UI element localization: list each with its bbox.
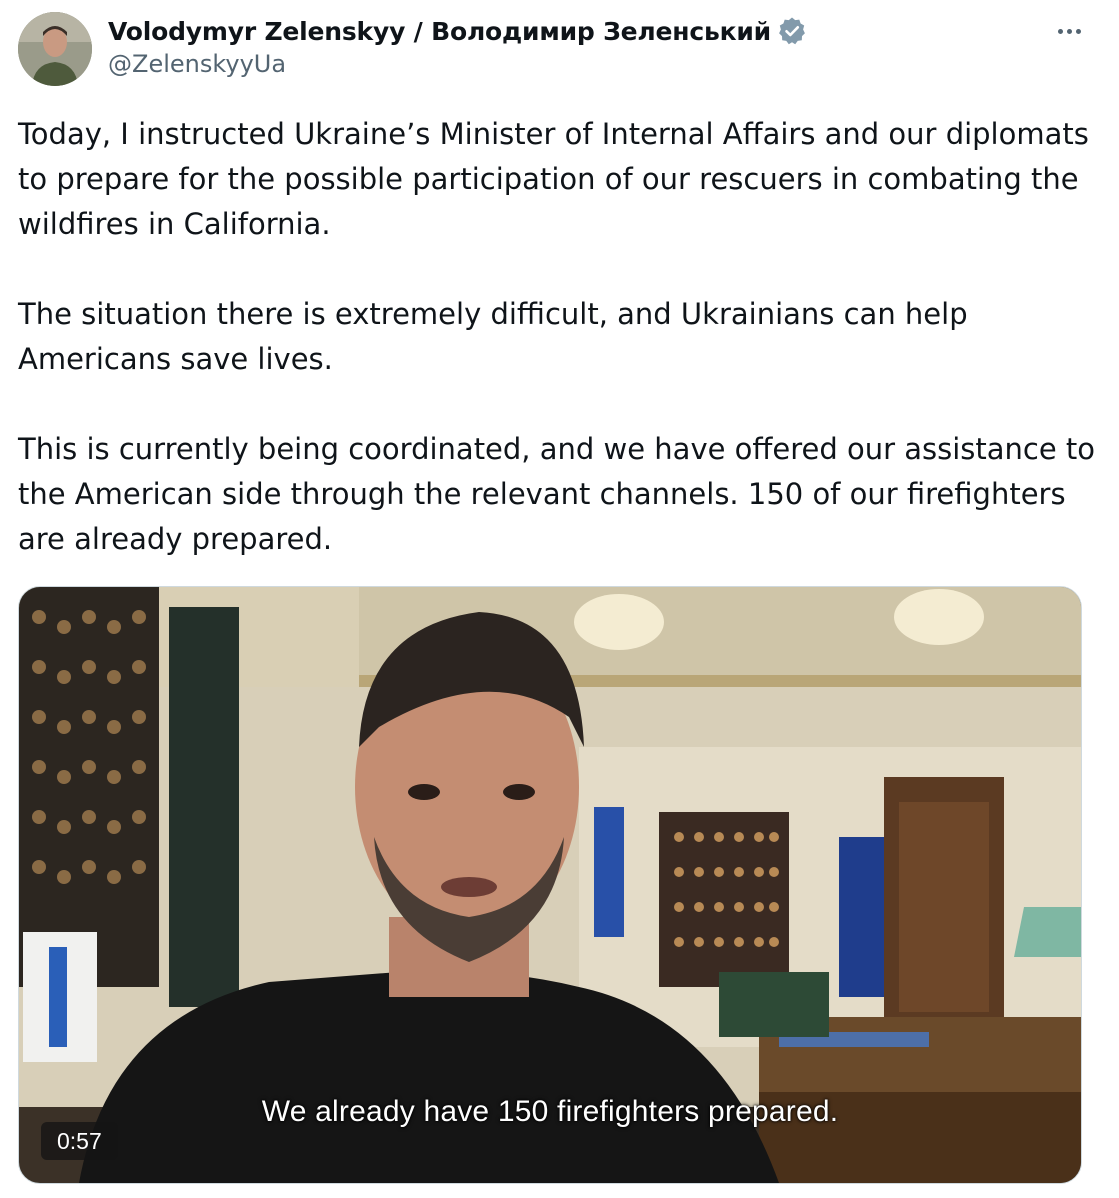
video-caption: We already have 150 firefighters prepare… (261, 1095, 839, 1128)
tweet-paragraph: The situation there is extremely difficu… (18, 297, 968, 376)
video-duration-badge: 0:57 (41, 1122, 118, 1160)
tweet-text: Today, I instructed Ukraine’s Minister o… (18, 112, 1098, 562)
more-options-icon (1075, 28, 1081, 34)
more-options-icon (1066, 28, 1072, 34)
more-options-icon (1057, 28, 1063, 34)
avatar[interactable] (18, 12, 92, 86)
author-name[interactable]: Volodymyr Zelenskyy / Володимир Зеленськ… (108, 17, 771, 46)
video-player[interactable]: We already have 150 firefighters prepare… (18, 586, 1082, 1184)
tweet: Volodymyr Zelenskyy / Володимир Зеленськ… (0, 0, 1119, 1198)
tweet-paragraph: This is currently being coordinated, and… (18, 432, 1096, 556)
author-name-row: Volodymyr Zelenskyy / Володимир Зеленськ… (108, 14, 807, 48)
more-options-button[interactable] (1049, 16, 1089, 46)
verified-badge-icon[interactable] (777, 16, 807, 46)
video-frame (19, 587, 1081, 1183)
author-block: Volodymyr Zelenskyy / Володимир Зеленськ… (108, 14, 807, 84)
author-handle[interactable]: @ZelenskyyUa (108, 50, 807, 78)
tweet-paragraph: Today, I instructed Ukraine’s Minister o… (18, 117, 1089, 241)
